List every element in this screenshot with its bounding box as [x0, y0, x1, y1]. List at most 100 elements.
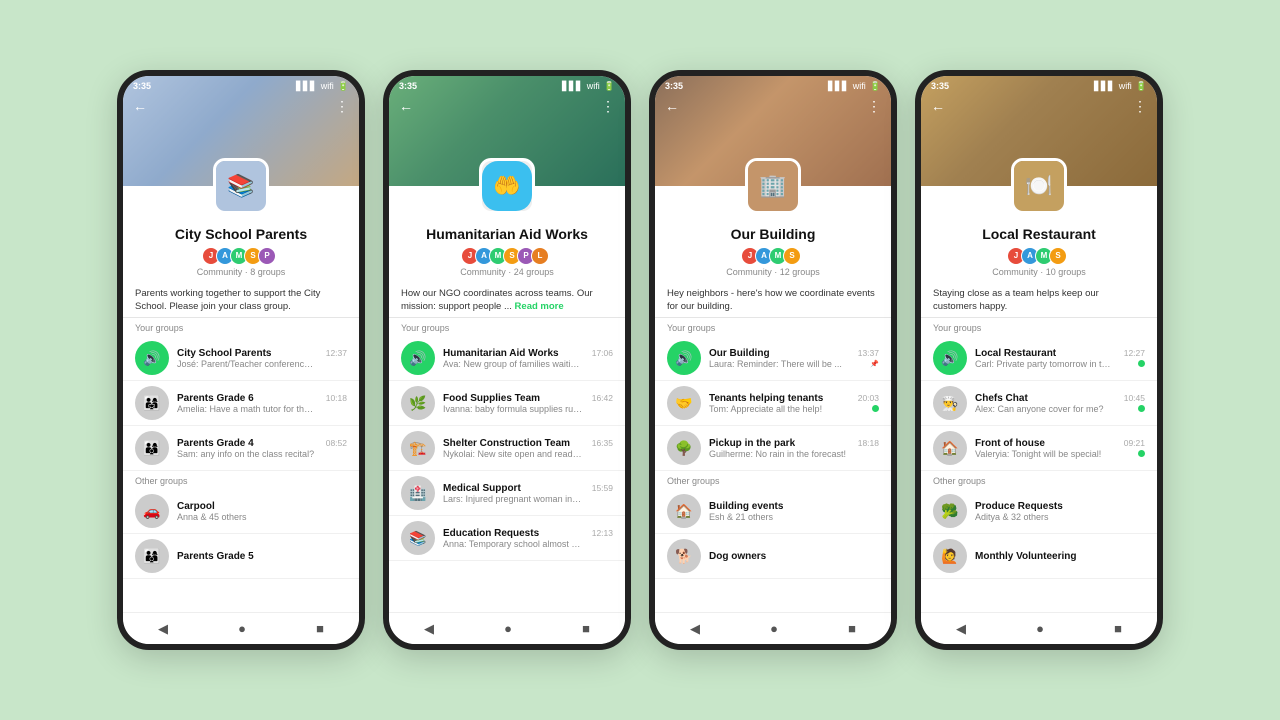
back-button[interactable]: ← [931, 98, 945, 114]
community-desc: Staying close as a team helps keep our c… [921, 283, 1157, 319]
group-last-message: José: Parent/Teacher conferences ... [177, 359, 317, 369]
group-icon: 👨‍👩‍👦 [135, 539, 169, 573]
group-item[interactable]: 🥦Produce RequestsAditya & 32 others [921, 489, 1157, 534]
group-item[interactable]: 👨‍🍳Chefs Chat10:45Alex: Can anyone cover… [921, 381, 1157, 426]
group-item[interactable]: 🏠Building eventsEsh & 21 others [655, 489, 891, 534]
community-meta: Community · 24 groups [399, 267, 615, 277]
group-icon: 🏠 [933, 431, 967, 465]
unread-indicator [1138, 360, 1145, 367]
group-item[interactable]: 🔊Humanitarian Aid Works17:06Ava: New gro… [389, 336, 625, 381]
your-groups-label: Your groups [123, 318, 359, 336]
member-avatar: P [258, 247, 276, 265]
recents-nav-button[interactable]: ■ [582, 621, 590, 636]
group-msg-row: Ivanna: baby formula supplies running ..… [443, 404, 613, 414]
signal-icon: ▋▋▋ [828, 81, 849, 92]
group-time: 12:37 [326, 348, 347, 358]
group-name-row: City School Parents 12:37 [177, 348, 347, 359]
group-item[interactable]: 🌿Food Supplies Team16:42Ivanna: baby for… [389, 381, 625, 426]
more-button[interactable]: ⋮ [601, 98, 615, 115]
group-item[interactable]: 🔊City School Parents12:37José: Parent/Te… [123, 336, 359, 381]
group-icon: 🏗️ [401, 431, 435, 465]
group-name: Parents Grade 5 [177, 551, 307, 562]
signal-icon: ▋▋▋ [1094, 81, 1115, 92]
pin-icon: 📌 [870, 360, 879, 368]
phone-header-bg: 3:35 ▋▋▋ wifi 🔋 ←⋮🤲 [389, 76, 625, 186]
community-avatar: 📚 [213, 158, 269, 214]
phone-body: Local RestaurantJAMSCommunity · 10 group… [921, 186, 1157, 612]
back-button[interactable]: ← [133, 98, 147, 114]
group-icon: 📚 [401, 521, 435, 555]
group-last-message: Tom: Appreciate all the help! [709, 404, 822, 414]
back-nav-button[interactable]: ◀ [956, 621, 966, 637]
group-icon: 🚗 [135, 494, 169, 528]
aid-icon: 🤲 [482, 161, 532, 211]
group-item[interactable]: 👨‍👩‍👦 Parents Grade 5 [123, 534, 359, 579]
phone-nav-bar: ◀ ● ■ [389, 612, 625, 644]
group-item[interactable]: 👨‍👩‍👦Parents Grade 408:52Sam: any info o… [123, 426, 359, 471]
group-icon: 🙋 [933, 539, 967, 573]
battery-icon: 🔋 [604, 81, 615, 92]
recents-nav-button[interactable]: ■ [316, 621, 324, 636]
back-nav-button[interactable]: ◀ [424, 621, 434, 637]
group-item[interactable]: 🚗CarpoolAnna & 45 others [123, 489, 359, 534]
group-last-message: Sam: any info on the class recital? [177, 449, 314, 459]
home-nav-button[interactable]: ● [504, 621, 512, 636]
back-button[interactable]: ← [399, 98, 413, 114]
community-meta: Community · 8 groups [133, 267, 349, 277]
group-icon: 🔊 [667, 341, 701, 375]
home-nav-button[interactable]: ● [1036, 621, 1044, 636]
group-item[interactable]: 📚Education Requests12:13Anna: Temporary … [389, 516, 625, 561]
phone-nav-bar: ◀ ● ■ [123, 612, 359, 644]
group-item[interactable]: 🔊Our Building13:37Laura: Reminder: There… [655, 336, 891, 381]
group-info: Monthly Volunteering [975, 551, 1145, 562]
recents-nav-button[interactable]: ■ [848, 621, 856, 636]
group-time: 12:27 [1124, 348, 1145, 358]
group-icon: 👨‍👩‍👦 [135, 431, 169, 465]
unread-indicator [1138, 405, 1145, 412]
community-name: Local Restaurant [931, 226, 1147, 243]
phone-humanitarian: 3:35 ▋▋▋ wifi 🔋 ←⋮🤲Humanitarian Aid Work… [383, 70, 631, 650]
community-avatar-inner: 📚 [216, 161, 266, 211]
group-name-row: Chefs Chat10:45 [975, 393, 1145, 404]
more-button[interactable]: ⋮ [867, 98, 881, 115]
group-name: Building events [709, 501, 839, 512]
phone-header-bg: 3:35 ▋▋▋ wifi 🔋 ←⋮🏢 [655, 76, 891, 186]
home-nav-button[interactable]: ● [770, 621, 778, 636]
group-info: Humanitarian Aid Works17:06Ava: New grou… [443, 348, 613, 369]
group-item[interactable]: 🙋 Monthly Volunteering [921, 534, 1157, 579]
group-item[interactable]: 🏥Medical Support15:59Lars: Injured pregn… [389, 471, 625, 516]
group-last-message: Laura: Reminder: There will be ... [709, 359, 842, 369]
group-info: Pickup in the park18:18Guilherme: No rai… [709, 438, 879, 459]
recents-nav-button[interactable]: ■ [1114, 621, 1122, 636]
group-item[interactable]: 🔊Local Restaurant12:27Carl: Private part… [921, 336, 1157, 381]
community-name: Humanitarian Aid Works [399, 226, 615, 243]
back-nav-button[interactable]: ◀ [690, 621, 700, 637]
more-button[interactable]: ⋮ [1133, 98, 1147, 115]
group-last-message: Carl: Private party tomorrow in the ... [975, 359, 1115, 369]
group-item[interactable]: 🏗️Shelter Construction Team16:35Nykolai:… [389, 426, 625, 471]
group-msg-row: José: Parent/Teacher conferences ... [177, 359, 347, 369]
header-icons: ▋▋▋ wifi 🔋 [828, 81, 881, 92]
group-name: Parents Grade 4 [177, 438, 254, 449]
group-item[interactable]: 🤝Tenants helping tenants20:03Tom: Apprec… [655, 381, 891, 426]
more-button[interactable]: ⋮ [335, 98, 349, 115]
group-name: City School Parents [177, 348, 271, 359]
your-groups-label: Your groups [921, 318, 1157, 336]
status-time: 3:35 [399, 81, 417, 91]
wifi-icon: wifi [587, 81, 600, 91]
group-msg-row: Tom: Appreciate all the help! [709, 404, 879, 414]
group-info: Produce RequestsAditya & 32 others [975, 501, 1145, 522]
group-name-row: Tenants helping tenants20:03 [709, 393, 879, 404]
read-more-link[interactable]: Read more [515, 301, 564, 312]
community-avatar-inner: 🏢 [748, 161, 798, 211]
back-button[interactable]: ← [665, 98, 679, 114]
group-member-count: Anna & 45 others [177, 512, 317, 522]
group-item[interactable]: 🌳Pickup in the park18:18Guilherme: No ra… [655, 426, 891, 471]
group-item[interactable]: 🏠Front of house09:21Valeryia: Tonight wi… [921, 426, 1157, 471]
back-nav-button[interactable]: ◀ [158, 621, 168, 637]
home-nav-button[interactable]: ● [238, 621, 246, 636]
group-item[interactable]: 🐕Dog owners [655, 534, 891, 579]
group-item[interactable]: 👨‍👩‍👧Parents Grade 610:18Amelia: Have a … [123, 381, 359, 426]
group-time: 17:06 [592, 348, 613, 358]
group-icon: 🏠 [667, 494, 701, 528]
